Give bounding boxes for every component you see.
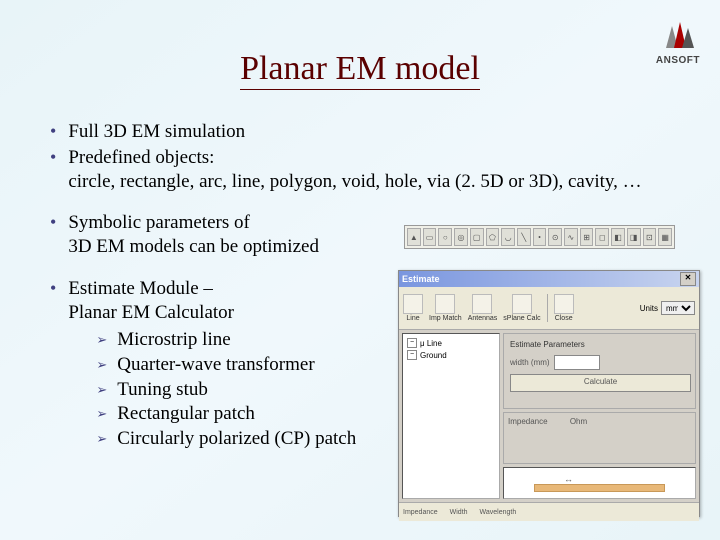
arrow-icon: ➢ <box>96 357 107 378</box>
line-icon <box>403 294 423 314</box>
tool-generic-icon[interactable]: ▦ <box>658 228 672 246</box>
bullet-text: Estimate Module – <box>68 278 213 299</box>
sub-item: ➢Rectangular patch <box>96 402 356 427</box>
bullet-1: • Full 3D EM simulation <box>50 120 680 144</box>
tool-arc-icon[interactable]: ◡ <box>501 228 515 246</box>
params-title: Estimate Parameters <box>510 340 689 349</box>
tool-rect-icon[interactable]: ▭ <box>423 228 437 246</box>
tool-ellipse-icon[interactable]: ◎ <box>454 228 468 246</box>
sub-item: ➢Microstrip line <box>96 328 356 353</box>
layer-tree[interactable]: −μ Line −Ground <box>402 333 500 499</box>
status-wavelength: Wavelength <box>480 509 517 516</box>
tool-via-icon[interactable]: • <box>533 228 547 246</box>
bullet-marker: • <box>50 146 56 194</box>
estimate-dialog: Estimate ✕ Line Imp Match Antennas sPlan… <box>398 270 700 517</box>
window-title: Estimate <box>402 274 440 284</box>
bullet-continuation: 3D EM models can be optimized <box>68 236 319 257</box>
tool-line[interactable]: Line <box>403 294 423 322</box>
status-width: Width <box>450 509 468 516</box>
ansoft-logo-icon <box>658 20 698 50</box>
impmatch-icon <box>435 294 455 314</box>
tool-line-icon[interactable]: ╲ <box>517 228 531 246</box>
close-tool-icon <box>554 294 574 314</box>
bullet-text: Full 3D EM simulation <box>68 120 245 144</box>
width-input[interactable] <box>554 355 600 370</box>
units-selector: Units mm <box>640 301 695 315</box>
units-dropdown[interactable]: mm <box>661 301 695 315</box>
tree-item[interactable]: −μ Line <box>407 338 495 348</box>
tool-generic-icon[interactable]: ⊡ <box>643 228 657 246</box>
dimension-arrow-icon: ↔ <box>564 474 573 484</box>
units-label: Units <box>640 304 658 313</box>
tool-splane[interactable]: sPlane Calc <box>503 294 540 322</box>
shape-toolbar: ▲ ▭ ○ ◎ ▢ ⬠ ◡ ╲ • ⊙ ∿ ⊞ ◻ ◧ ◨ ⊡ ▦ <box>404 225 675 249</box>
tool-square-icon[interactable]: ▢ <box>470 228 484 246</box>
antenna-icon <box>472 294 492 314</box>
tool-generic-icon[interactable]: ◧ <box>611 228 625 246</box>
status-bar: Impedance Width Wavelength <box>399 502 699 521</box>
calculate-button[interactable]: Calculate <box>510 374 691 392</box>
dialog-toolbar: Line Imp Match Antennas sPlane Calc Clos… <box>399 287 699 330</box>
result-label: Impedance <box>508 417 548 426</box>
titlebar[interactable]: Estimate ✕ <box>399 271 699 287</box>
sub-item: ➢Quarter-wave transformer <box>96 353 356 378</box>
tool-impmatch[interactable]: Imp Match <box>429 294 462 322</box>
params-group: Estimate Parameters width (mm) Calculate <box>503 333 696 409</box>
param-label: width (mm) <box>510 358 550 367</box>
splane-icon <box>512 294 532 314</box>
close-button[interactable]: ✕ <box>680 272 696 286</box>
tree-item[interactable]: −Ground <box>407 350 495 360</box>
arrow-icon: ➢ <box>96 406 107 427</box>
sub-item: ➢Tuning stub <box>96 378 356 403</box>
status-impedance: Impedance <box>403 509 438 516</box>
tool-pointer-icon[interactable]: ▲ <box>407 228 421 246</box>
slide-title: Planar EM model <box>240 50 480 90</box>
arrow-icon: ➢ <box>96 332 107 353</box>
bullet-marker: • <box>50 211 56 259</box>
arrow-icon: ➢ <box>96 382 107 403</box>
bullet-text: Predefined objects: <box>68 147 214 168</box>
bullet-marker: • <box>50 277 56 452</box>
tool-path-icon[interactable]: ∿ <box>564 228 578 246</box>
bullet-text: Symbolic parameters of <box>68 212 250 233</box>
separator <box>547 294 548 322</box>
tool-circle-icon[interactable]: ○ <box>438 228 452 246</box>
sub-item: ➢Circularly polarized (CP) patch <box>96 427 356 452</box>
tool-generic-icon[interactable]: ◨ <box>627 228 641 246</box>
tool-cavity-icon[interactable]: ⊞ <box>580 228 594 246</box>
bullet-2: • Predefined objects: circle, rectangle,… <box>50 146 680 194</box>
tool-close[interactable]: Close <box>554 294 574 322</box>
expand-icon[interactable]: − <box>407 338 417 348</box>
tool-hole-icon[interactable]: ⊙ <box>548 228 562 246</box>
arrow-icon: ➢ <box>96 431 107 452</box>
bullet-marker: • <box>50 120 56 144</box>
brand-logo: ANSOFT <box>656 20 700 66</box>
bullet-continuation: circle, rectangle, arc, line, polygon, v… <box>68 171 641 192</box>
brand-text: ANSOFT <box>656 55 700 66</box>
microstrip-patch <box>534 484 665 492</box>
tool-poly-icon[interactable]: ⬠ <box>486 228 500 246</box>
bullet-continuation: Planar EM Calculator <box>68 302 234 323</box>
expand-icon[interactable]: − <box>407 350 417 360</box>
geometry-preview: ↔ <box>503 467 696 499</box>
tool-void-icon[interactable]: ◻ <box>595 228 609 246</box>
result-unit: Ohm <box>570 417 587 426</box>
tool-antennas[interactable]: Antennas <box>468 294 498 322</box>
result-group: Impedance Ohm <box>503 412 696 464</box>
